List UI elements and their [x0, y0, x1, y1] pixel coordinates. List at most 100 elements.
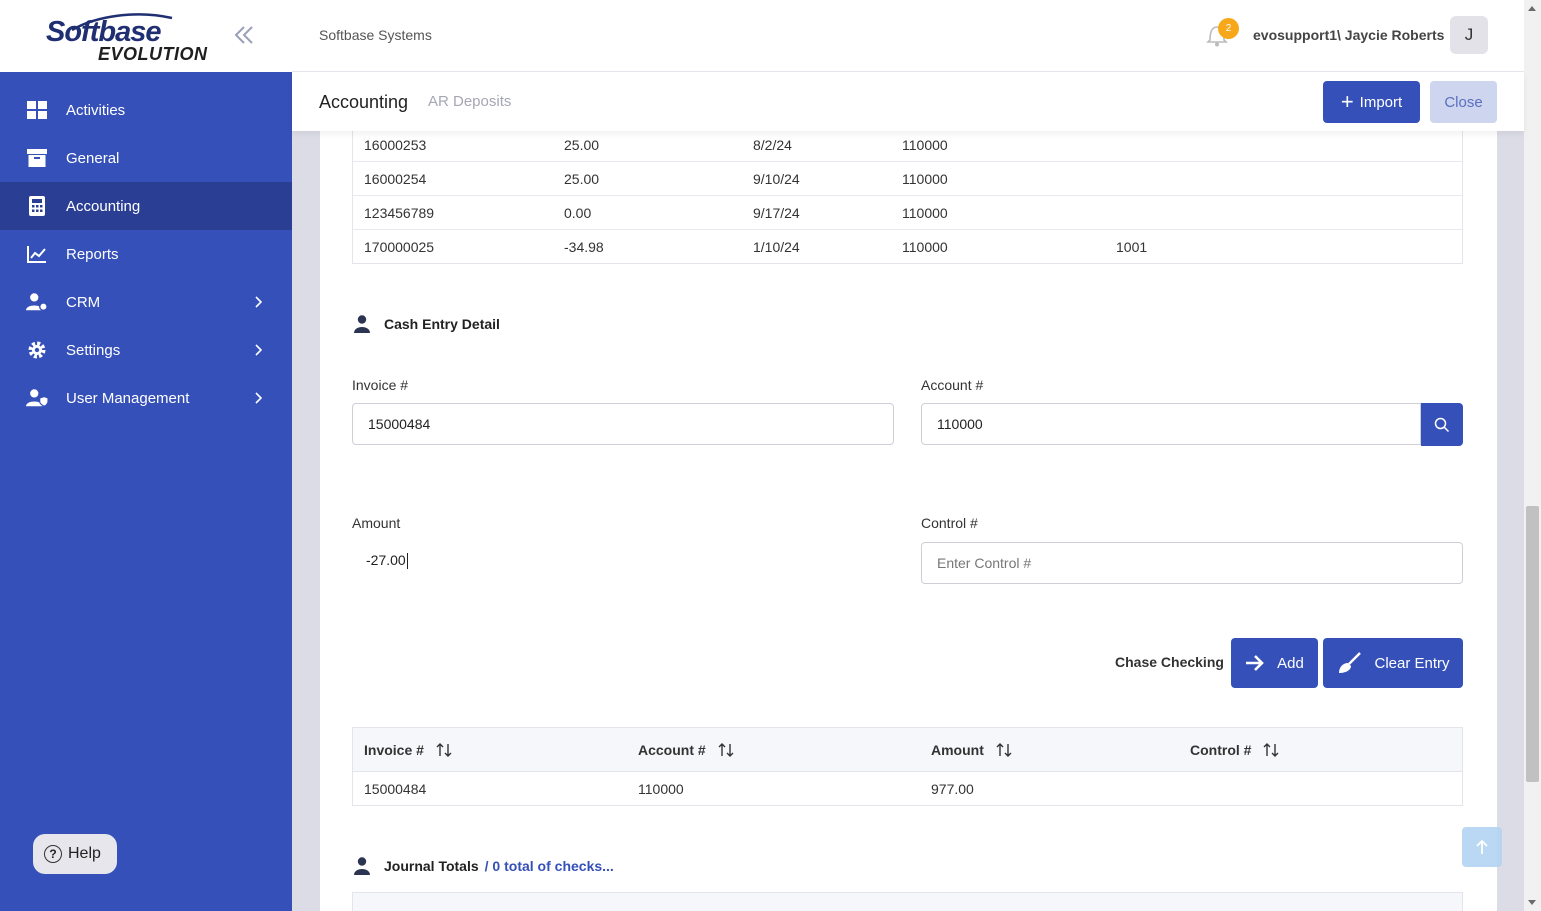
calculator-icon	[26, 195, 48, 217]
plus-icon: +	[1340, 89, 1354, 114]
chevron-right-icon	[255, 392, 263, 404]
cell-invoice: 16000254	[364, 171, 427, 187]
users-cog-icon	[26, 291, 48, 313]
page-scrollbar[interactable]	[1524, 0, 1541, 911]
sidebar-item-label: Settings	[66, 341, 121, 359]
column-header-control[interactable]: Control #	[1190, 742, 1279, 758]
sidebar-item-label: CRM	[66, 293, 101, 311]
cell-amount: 0.00	[564, 205, 592, 221]
column-header-amount[interactable]: Amount	[931, 742, 1012, 758]
import-button[interactable]: + Import	[1323, 81, 1420, 123]
main-content: 16000253 25.00 8/2/24 110000 16000254 25…	[320, 131, 1497, 911]
import-label: Import	[1359, 93, 1403, 111]
cell-date: 9/10/24	[753, 171, 800, 187]
sidebar: Softbase EVOLUTION Activities General Ac…	[0, 0, 292, 911]
sidebar-item-label: Accounting	[66, 197, 141, 215]
cell-account: 110000	[902, 171, 948, 187]
control-input[interactable]: Enter Control #	[921, 542, 1463, 584]
account-label: Account #	[921, 377, 984, 393]
chevron-right-icon	[255, 296, 263, 308]
cell-invoice: 123456789	[364, 205, 435, 221]
sidebar-item-reports[interactable]: Reports	[0, 230, 292, 278]
table-row[interactable]: 16000254 25.00 9/10/24 110000	[353, 161, 1462, 195]
table-row[interactable]: 123456789 0.00 9/17/24 110000	[353, 195, 1462, 229]
invoice-label: Invoice #	[352, 377, 409, 393]
cell-date: 8/2/24	[753, 137, 792, 153]
add-button[interactable]: Add	[1231, 638, 1318, 688]
sort-icon	[436, 743, 452, 757]
deposits-table: 16000253 25.00 8/2/24 110000 16000254 25…	[352, 131, 1463, 264]
breadcrumb-ar-deposits: AR Deposits	[428, 93, 512, 110]
scrollbar-thumb[interactable]	[1526, 506, 1539, 782]
softbase-logo[interactable]: Softbase EVOLUTION	[46, 12, 211, 64]
table-row[interactable]: 16000253 25.00 8/2/24 110000	[353, 131, 1462, 161]
cell-date: 9/17/24	[753, 205, 800, 221]
user-icon	[354, 857, 370, 875]
sort-icon	[1263, 743, 1279, 757]
close-label: Close	[1444, 93, 1483, 111]
cell-account: 110000	[902, 137, 948, 153]
clear-entry-button[interactable]: Clear Entry	[1323, 638, 1463, 688]
collapse-sidebar-icon[interactable]	[232, 22, 256, 48]
cell-invoice: 15000484	[364, 781, 427, 797]
table-row[interactable]: 15000484 110000 977.00	[353, 772, 1462, 805]
sidebar-item-accounting[interactable]: Accounting	[0, 182, 292, 230]
clear-entry-label: Clear Entry	[1374, 654, 1450, 672]
company-name: Softbase Systems	[319, 27, 432, 43]
sidebar-item-label: Reports	[66, 245, 119, 263]
section-title-text: Journal Totals	[384, 858, 479, 874]
sort-icon	[718, 743, 734, 757]
sidebar-item-activities[interactable]: Activities	[0, 86, 292, 134]
cell-account: 110000	[638, 781, 684, 797]
account-search-button[interactable]	[1421, 403, 1463, 446]
scroll-up-icon[interactable]	[1528, 6, 1536, 11]
header-label: Amount	[931, 742, 984, 758]
question-circle-icon: ?	[44, 845, 62, 863]
user-shield-icon	[26, 387, 48, 409]
logo-area: Softbase EVOLUTION	[0, 0, 292, 72]
avatar[interactable]: J	[1450, 16, 1488, 54]
account-input[interactable]: 110000	[921, 403, 1421, 445]
cell-amount: 25.00	[564, 137, 600, 153]
column-header-account[interactable]: Account #	[638, 742, 734, 758]
breadcrumb-accounting[interactable]: Accounting	[319, 92, 408, 113]
logo-text-sub: EVOLUTION	[98, 44, 208, 64]
chevron-right-icon	[255, 344, 263, 356]
sidebar-item-general[interactable]: General	[0, 134, 292, 182]
cell-date: 1/10/24	[753, 239, 800, 255]
header-label: Account #	[638, 742, 706, 758]
header-label: Invoice #	[364, 742, 424, 758]
cell-account: 110000	[902, 239, 948, 255]
scroll-to-top-button[interactable]	[1462, 827, 1502, 867]
help-button[interactable]: ? Help	[33, 834, 117, 874]
amount-input[interactable]: -27.00	[366, 552, 408, 570]
cell-amount: 25.00	[564, 171, 600, 187]
invoice-input[interactable]: 15000484	[352, 403, 894, 445]
add-label: Add	[1277, 654, 1304, 672]
column-header-invoice[interactable]: Invoice #	[364, 742, 452, 758]
user-icon	[354, 315, 370, 333]
sidebar-item-user-management[interactable]: User Management	[0, 374, 292, 422]
sidebar-item-label: User Management	[66, 389, 190, 407]
cell-control: 1001	[1116, 239, 1148, 255]
close-button[interactable]: Close	[1430, 81, 1497, 123]
notification-badge[interactable]: 2	[1218, 18, 1239, 39]
scroll-down-icon[interactable]	[1528, 900, 1536, 905]
sidebar-item-label: Activities	[66, 101, 126, 119]
control-label: Control #	[921, 515, 978, 531]
chart-line-icon	[26, 243, 48, 265]
amount-label: Amount	[352, 515, 401, 531]
page-header: Accounting AR Deposits + Import Close	[292, 72, 1524, 131]
arrow-up-icon	[1476, 839, 1488, 854]
user-name[interactable]: evosupport1\ Jaycie Roberts	[1253, 27, 1444, 43]
cell-amount: 977.00	[931, 781, 974, 797]
cell-invoice: 16000253	[364, 137, 427, 153]
header-label: Control #	[1190, 742, 1252, 758]
journal-subtitle-link[interactable]: / 0 total of checks...	[485, 858, 614, 874]
section-title-text: Cash Entry Detail	[384, 316, 500, 332]
journal-totals-title: Journal Totals / 0 total of checks...	[354, 857, 614, 875]
sidebar-item-crm[interactable]: CRM	[0, 278, 292, 326]
table-row[interactable]: 170000025 -34.98 1/10/24 110000 1001	[353, 229, 1462, 263]
sidebar-item-settings[interactable]: Settings	[0, 326, 292, 374]
amount-value: -27.00	[366, 552, 406, 568]
